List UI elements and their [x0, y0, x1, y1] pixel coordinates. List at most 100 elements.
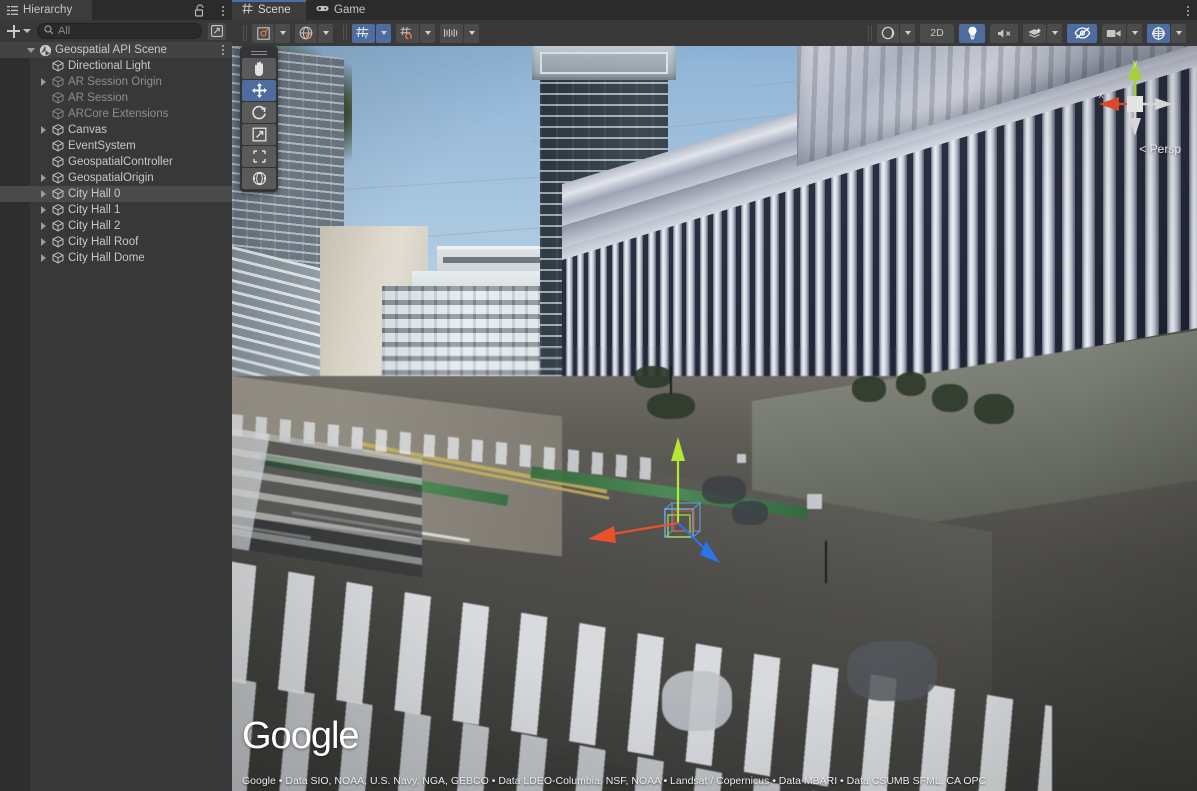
2d-toggle[interactable]: 2D — [920, 24, 954, 43]
pivot-toggle[interactable] — [252, 24, 274, 43]
tab-hierarchy[interactable]: Hierarchy — [0, 0, 92, 20]
grid-snap-dropdown[interactable] — [420, 24, 435, 43]
snap-increment-button[interactable] — [440, 24, 463, 43]
projection-mode-label[interactable]: < Persp — [1139, 142, 1181, 156]
hierarchy-item-city-hall-0[interactable]: City Hall 0 — [0, 186, 232, 202]
hierarchy-toolbar: All — [0, 20, 232, 42]
handle-space-dropdown[interactable] — [318, 24, 333, 43]
hierarchy-panel: Hierarchy — [0, 0, 232, 791]
gizmo-negy-cone — [1129, 118, 1141, 136]
scene-audio-toggle[interactable] — [990, 24, 1018, 43]
rect-tool[interactable] — [242, 146, 276, 167]
expand-panel-icon[interactable] — [208, 23, 226, 40]
pivot-dropdown[interactable] — [275, 24, 290, 43]
hierarchy-item-city-hall-1[interactable]: City Hall 1 — [0, 202, 232, 218]
expand-arrow-icon[interactable] — [37, 170, 50, 186]
tab-game[interactable]: Game — [306, 0, 375, 20]
expand-arrow-icon[interactable] — [24, 42, 37, 58]
hierarchy-item-ar-session-origin[interactable]: AR Session Origin — [0, 74, 232, 90]
search-input[interactable]: All — [37, 23, 202, 39]
hierarchy-item-label: City Hall Dome — [66, 252, 145, 264]
street-pole — [670, 366, 672, 394]
expand-arrow-icon[interactable] — [37, 202, 50, 218]
hierarchy-item-geospatial-api-scene[interactable]: Geospatial API Scene — [0, 42, 232, 58]
scale-tool[interactable] — [242, 124, 276, 145]
lightbulb-icon — [967, 26, 978, 40]
scene-viewport[interactable]: y x < Persp — [232, 46, 1197, 791]
handle-space-toggle[interactable] — [295, 24, 317, 43]
expand-arrow-icon[interactable] — [37, 218, 50, 234]
scene-menu-icon[interactable] — [1187, 5, 1189, 17]
hierarchy-tree[interactable]: Geospatial API SceneDirectional LightAR … — [0, 42, 232, 266]
grid-axis-toggle[interactable]: Y — [352, 24, 375, 43]
tree-plaza — [974, 394, 1014, 424]
hierarchy-item-geospatialcontroller[interactable]: GeospatialController — [0, 154, 232, 170]
gizmos-dropdown[interactable] — [1171, 24, 1186, 43]
scene-fx-toggle[interactable] — [1023, 24, 1046, 43]
hierarchy-item-label: City Hall 2 — [66, 220, 120, 232]
hand-tool[interactable] — [242, 58, 276, 79]
street-object — [847, 641, 937, 701]
scene-view-shading[interactable] — [877, 24, 899, 43]
toolbar-divider — [243, 25, 247, 41]
expand-arrow-icon[interactable] — [37, 250, 50, 266]
grid-snap-toggle[interactable] — [396, 24, 419, 43]
hierarchy-item-canvas[interactable]: Canvas — [0, 122, 232, 138]
grid-y-icon: Y — [356, 26, 371, 40]
globe-icon — [299, 26, 313, 40]
gameobject-icon — [50, 60, 66, 72]
lock-open-icon[interactable] — [194, 4, 206, 17]
expand-arrow-icon[interactable] — [37, 186, 50, 202]
expand-arrow-icon[interactable] — [37, 122, 50, 138]
move-arrows-icon — [251, 82, 268, 99]
selection-outline — [665, 503, 700, 537]
scene-tabbar: Scene Game — [232, 0, 1197, 20]
scene-context-menu-icon[interactable] — [222, 44, 224, 56]
street-object-white — [662, 671, 732, 731]
tab-scene[interactable]: Scene — [232, 0, 306, 20]
transform-tool[interactable] — [242, 168, 276, 189]
hierarchy-menu-icon[interactable] — [222, 5, 224, 17]
gizmos-toggle[interactable] — [1147, 24, 1170, 43]
transform-move-gizmo[interactable] — [572, 431, 752, 581]
hierarchy-item-city-hall-dome[interactable]: City Hall Dome — [0, 250, 232, 266]
hierarchy-item-geospatialorigin[interactable]: GeospatialOrigin — [0, 170, 232, 186]
hierarchy-item-city-hall-2[interactable]: City Hall 2 — [0, 218, 232, 234]
gizmo-x-label: x — [1099, 90, 1104, 101]
hierarchy-item-label: Canvas — [66, 124, 107, 136]
scene-fx-dropdown[interactable] — [1047, 24, 1062, 43]
scene-camera-settings[interactable] — [1102, 24, 1126, 43]
rotate-icon — [251, 104, 268, 121]
create-gameobject-button[interactable] — [5, 25, 33, 38]
tree-median — [647, 393, 695, 419]
snap-increment-dropdown[interactable] — [464, 24, 479, 43]
move-tool[interactable] — [242, 80, 276, 101]
grid-axis-dropdown[interactable] — [376, 24, 391, 43]
hierarchy-item-eventsystem[interactable]: EventSystem — [0, 138, 232, 154]
hierarchy-item-label: EventSystem — [66, 140, 136, 152]
audio-muted-icon — [997, 27, 1012, 40]
hierarchy-item-arcore-extensions[interactable]: ARCore Extensions — [0, 106, 232, 122]
rect-transform-icon — [251, 148, 268, 165]
hierarchy-item-label: ARCore Extensions — [66, 108, 168, 120]
scene-view-shading-dropdown[interactable] — [900, 24, 915, 43]
no-expand-spacer — [37, 138, 50, 154]
hierarchy-item-label: City Hall 1 — [66, 204, 120, 216]
gameobject-icon — [50, 220, 66, 232]
map-data-attribution: Google • Data SIO, NOAA, U.S. Navy, NGA,… — [242, 775, 986, 787]
expand-arrow-icon[interactable] — [37, 234, 50, 250]
tab-scene-label: Scene — [258, 4, 291, 16]
hierarchy-item-city-hall-roof[interactable]: City Hall Roof — [0, 234, 232, 250]
expand-arrow-icon[interactable] — [37, 74, 50, 90]
gameobject-icon — [50, 92, 66, 104]
drag-handle-icon[interactable] — [242, 48, 276, 58]
hierarchy-item-ar-session[interactable]: AR Session — [0, 90, 232, 106]
hierarchy-item-directional-light[interactable]: Directional Light — [0, 58, 232, 74]
scene-camera-dropdown[interactable] — [1127, 24, 1142, 43]
scene-toolbar: Y — [232, 20, 1197, 46]
tool-palette[interactable] — [240, 46, 278, 192]
scene-lighting-toggle[interactable] — [959, 24, 985, 43]
scene-visibility-toggle[interactable] — [1067, 24, 1097, 43]
gameobject-icon — [50, 156, 66, 168]
rotate-tool[interactable] — [242, 102, 276, 123]
